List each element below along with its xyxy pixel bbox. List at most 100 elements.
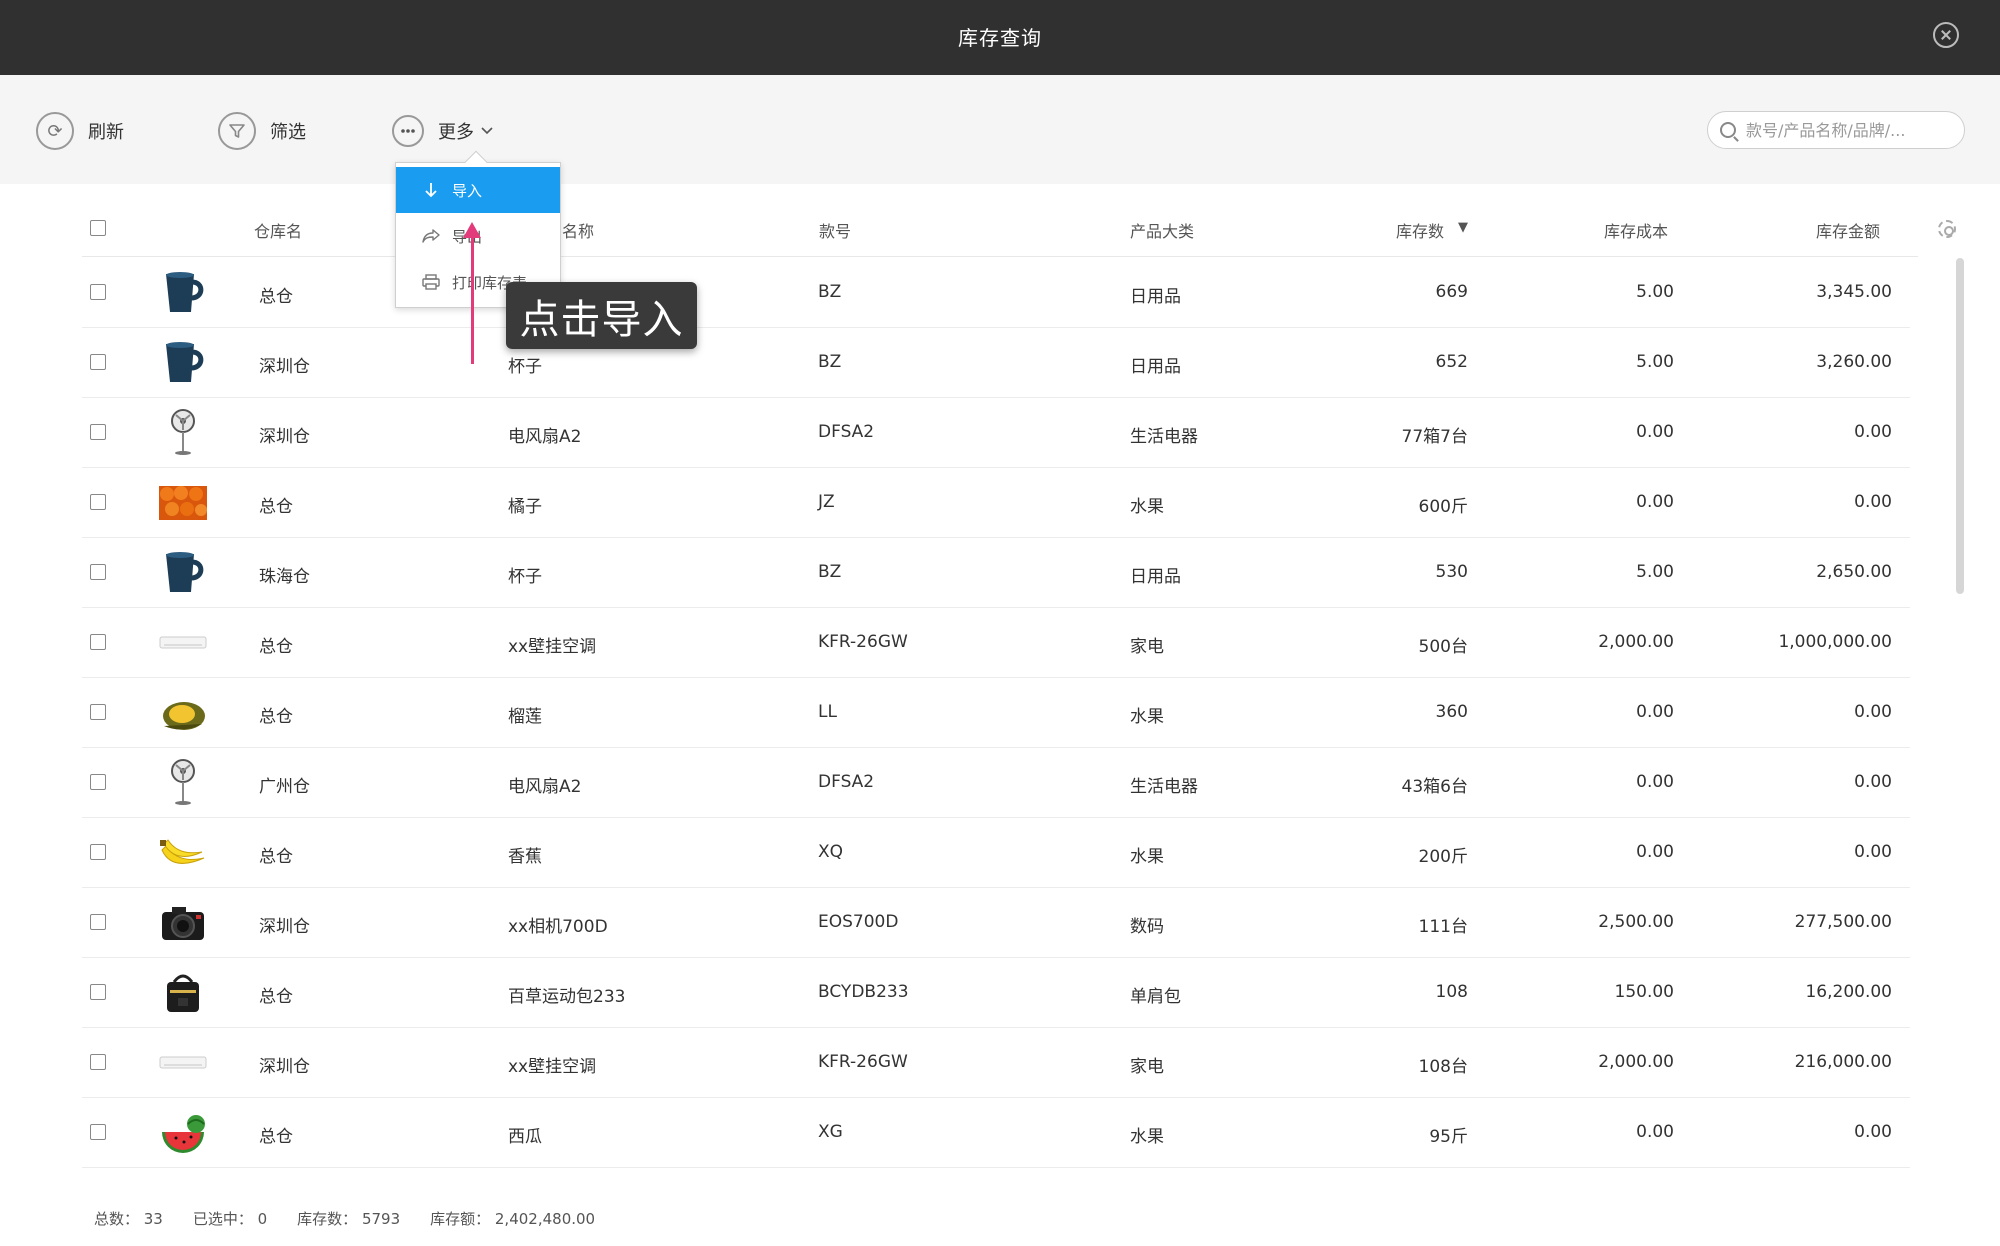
row-checkbox[interactable]: [90, 984, 106, 1000]
cell-stock: 43箱6台: [1401, 777, 1468, 797]
search-box[interactable]: [1707, 111, 1965, 149]
refresh-button[interactable]: ⟳ 刷新: [36, 111, 124, 151]
cell-amount: 3,345.00: [1816, 282, 1892, 302]
table-row[interactable]: 总仓 百草运动包233 BCYDB233 单肩包 108 150.00 16,200.00: [82, 957, 1910, 1028]
cell-warehouse: 总仓: [259, 1127, 293, 1147]
search-icon: [1720, 122, 1736, 138]
header-warehouse[interactable]: 仓库名: [254, 218, 302, 242]
header-amount[interactable]: 库存金额: [1744, 218, 1880, 242]
annotation-arrow: [471, 232, 474, 364]
annotation-tooltip: 点击导入: [506, 282, 697, 349]
cell-cost: 0.00: [1636, 492, 1674, 512]
cell-cost: 0.00: [1636, 1122, 1674, 1142]
filter-button[interactable]: 筛选: [218, 111, 306, 151]
row-checkbox[interactable]: [90, 774, 106, 790]
row-checkbox[interactable]: [90, 354, 106, 370]
more-button[interactable]: 更多: [392, 111, 494, 151]
table-row[interactable]: 总仓 xx壁挂空调 KFR-26GW 家电 500台 2,000.00 1,000,000.…: [82, 607, 1910, 678]
table-row[interactable]: 总仓 橘子 JZ 水果 600斤 0.00 0.00: [82, 467, 1910, 538]
row-checkbox[interactable]: [90, 284, 106, 300]
product-thumbnail: [158, 478, 208, 528]
table-row[interactable]: 深圳仓 杯子 BZ 日用品 652 5.00 3,260.00: [82, 327, 1910, 398]
cell-name: 杯子: [508, 357, 542, 377]
header-cost[interactable]: 库存成本: [1532, 218, 1668, 242]
chevron-down-icon: [481, 127, 493, 135]
table-row[interactable]: 总仓 香蕉 XQ 水果 200斤 0.00 0.00: [82, 817, 1910, 888]
filter-icon: [218, 112, 256, 150]
table-row[interactable]: 总仓 榴莲 LL 水果 360 0.00 0.00: [82, 677, 1910, 748]
header-code[interactable]: 款号: [819, 218, 851, 242]
cell-warehouse: 珠海仓: [259, 567, 310, 587]
cell-stock: 360: [1435, 702, 1468, 722]
cell-stock: 108: [1435, 982, 1468, 1002]
cell-name: 榴莲: [508, 707, 542, 727]
row-checkbox[interactable]: [90, 564, 106, 580]
header-name[interactable]: 名称: [562, 218, 594, 242]
row-checkbox[interactable]: [90, 704, 106, 720]
table-row[interactable]: 总仓杯子BZ日用品6695.003,345.00: [82, 257, 1910, 328]
cell-amount: 277,500.00: [1794, 912, 1892, 932]
cell-cost: 2,000.00: [1598, 1052, 1674, 1072]
table-row[interactable]: 深圳仓 xx相机700D EOS700D 数码 111台 2,500.00 277,500.…: [82, 887, 1910, 958]
search-input[interactable]: [1746, 120, 1946, 140]
cell-category: 家电: [1130, 1057, 1164, 1077]
menu-item-label: 导入: [452, 181, 483, 200]
table-row[interactable]: 总仓 西瓜 XG 水果 95斤 0.00 0.00: [82, 1097, 1910, 1168]
menu-item-import[interactable]: 导入: [396, 167, 560, 213]
cell-code: XQ: [818, 842, 844, 862]
table-row[interactable]: 深圳仓 电风扇A2 DFSA2 生活电器 77箱7台 0.00 0.00: [82, 397, 1910, 468]
select-all-checkbox[interactable]: [90, 220, 106, 236]
row-checkbox[interactable]: [90, 1054, 106, 1070]
cell-cost: 2,500.00: [1598, 912, 1674, 932]
cell-code: BZ: [818, 352, 842, 372]
row-checkbox[interactable]: [90, 844, 106, 860]
cell-stock: 652: [1435, 352, 1468, 372]
cell-name: 电风扇A2: [508, 777, 582, 797]
cell-cost: 0.00: [1636, 702, 1674, 722]
product-thumbnail: [158, 268, 208, 318]
cell-amount: 16,200.00: [1805, 982, 1892, 1002]
product-thumbnail: [158, 758, 208, 808]
window-title: 库存查询: [958, 26, 1042, 50]
sort-desc-icon[interactable]: ▼: [1458, 220, 1468, 235]
refresh-label: 刷新: [88, 122, 124, 143]
column-settings-icon[interactable]: [1938, 220, 1956, 238]
table-row[interactable]: 深圳仓 xx壁挂空调 KFR-26GW 家电 108台 2,000.00 216,000.0…: [82, 1027, 1910, 1098]
cell-warehouse: 深圳仓: [259, 357, 310, 377]
cell-name: 西瓜: [508, 1127, 542, 1147]
row-checkbox[interactable]: [90, 634, 106, 650]
total-count: 总数： 33: [94, 1210, 163, 1228]
row-checkbox[interactable]: [90, 494, 106, 510]
product-thumbnail: [158, 1108, 208, 1158]
cell-cost: 150.00: [1614, 982, 1674, 1002]
cell-warehouse: 深圳仓: [259, 917, 310, 937]
table-header: 仓库名 名称 款号 产品大类 库存数 ▼ 库存成本 库存金额: [82, 200, 1956, 257]
cell-name: 百草运动包233: [508, 987, 626, 1007]
cell-amount: 0.00: [1854, 492, 1892, 512]
row-checkbox[interactable]: [90, 914, 106, 930]
table-row[interactable]: 珠海仓 杯子 BZ 日用品 530 5.00 2,650.00: [82, 537, 1910, 608]
table-row[interactable]: 广州仓 电风扇A2 DFSA2 生活电器 43箱6台 0.00 0.00: [82, 747, 1910, 818]
cell-stock: 600斤: [1418, 497, 1468, 517]
header-category[interactable]: 产品大类: [1130, 218, 1194, 242]
cell-category: 水果: [1130, 497, 1164, 517]
cell-warehouse: 深圳仓: [259, 427, 310, 447]
cell-name: 电风扇A2: [508, 427, 582, 447]
product-thumbnail: [158, 618, 208, 668]
vertical-scrollbar[interactable]: [1956, 258, 1964, 594]
cell-name: 香蕉: [508, 847, 542, 867]
cell-name: xx壁挂空调: [508, 637, 597, 657]
cell-stock: 95斤: [1429, 1127, 1468, 1147]
cell-warehouse: 总仓: [259, 497, 293, 517]
header-stock[interactable]: 库存数: [1332, 218, 1444, 242]
cell-warehouse: 总仓: [259, 847, 293, 867]
cell-amount: 0.00: [1854, 422, 1892, 442]
cell-amount: 216,000.00: [1794, 1052, 1892, 1072]
cell-warehouse: 总仓: [259, 287, 293, 307]
row-checkbox[interactable]: [90, 1124, 106, 1140]
toolbar: ⟳ 刷新 筛选 更多: [0, 75, 2000, 184]
cell-cost: 0.00: [1636, 842, 1674, 862]
cell-category: 生活电器: [1130, 777, 1198, 797]
close-icon[interactable]: [1933, 22, 1959, 48]
row-checkbox[interactable]: [90, 424, 106, 440]
